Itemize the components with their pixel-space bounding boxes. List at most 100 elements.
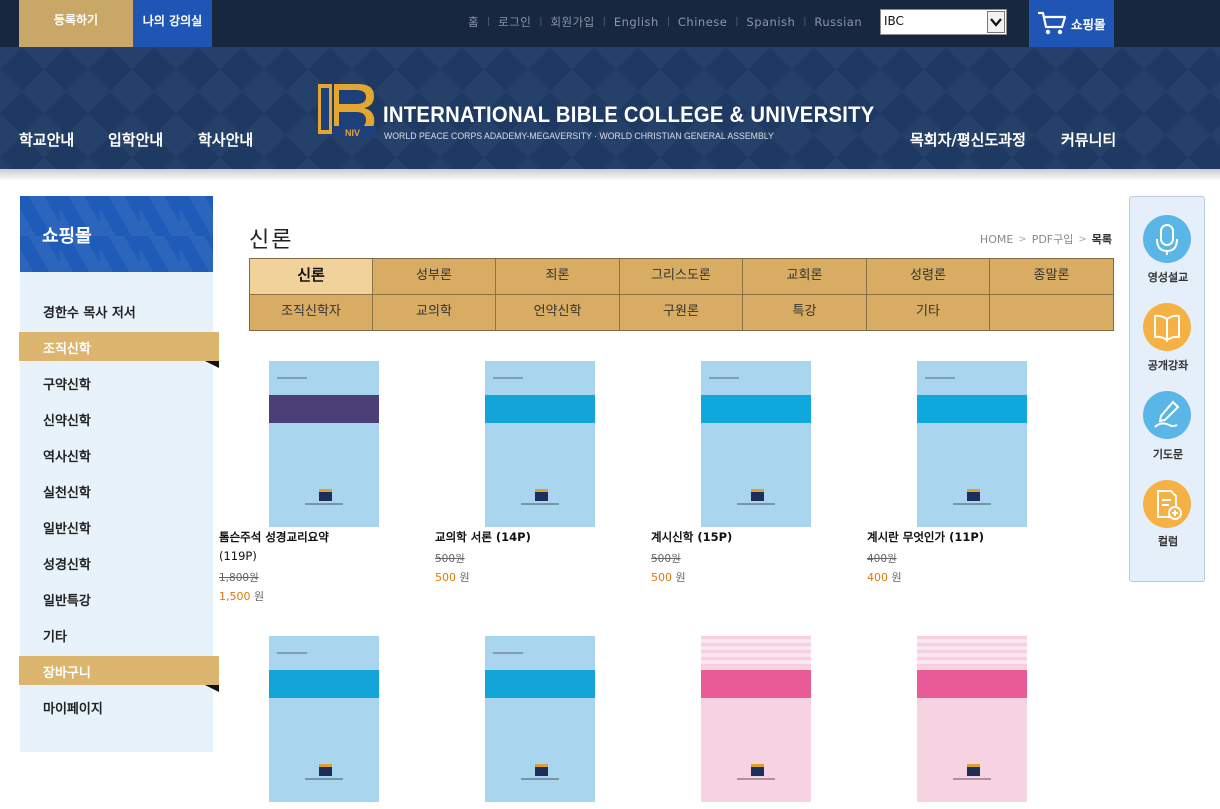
nav-academic[interactable]: 학사안내 — [198, 129, 253, 150]
quick-label-open-lecture[interactable]: 공개강좌 — [1130, 357, 1206, 373]
cover-footer — [521, 778, 559, 780]
book-cover[interactable] — [269, 636, 379, 802]
nav-school-info[interactable]: 학교안내 — [19, 129, 74, 150]
product-name[interactable]: 교의학 서론 (14P) — [435, 528, 645, 547]
spanish-link[interactable]: Spanish — [746, 15, 795, 29]
chinese-link[interactable]: Chinese — [678, 15, 727, 29]
cover-text — [709, 377, 739, 379]
tab-covenant[interactable]: 언약신학 — [496, 295, 620, 331]
english-link[interactable]: English — [614, 15, 659, 29]
book-icon[interactable] — [1143, 303, 1191, 351]
emblem-icon — [751, 764, 764, 776]
breadcrumb: HOME > PDF구입 > 목록 — [980, 231, 1112, 247]
link-divider: | — [539, 17, 543, 27]
sidebar-item-cart[interactable]: 장바구니 — [43, 662, 91, 681]
tab-eschatology[interactable]: 종말론 — [990, 259, 1113, 295]
sidebar-item-new-testament[interactable]: 신약신학 — [43, 410, 91, 429]
book-cover[interactable] — [269, 361, 379, 527]
tab-ecclesiology[interactable]: 교회론 — [743, 259, 867, 295]
sidebar-item-practical[interactable]: 실천신학 — [43, 482, 91, 501]
register-button[interactable]: 등록하기 — [19, 0, 133, 47]
product-name[interactable]: 계시신학 (15P) — [651, 528, 861, 547]
emblem-icon — [967, 764, 980, 776]
home-link[interactable]: 홈 — [468, 14, 479, 30]
tab-father[interactable]: 성부론 — [373, 259, 496, 295]
nav-admission[interactable]: 입학안내 — [108, 129, 163, 150]
top-links: 홈 | 로그인 | 회원가입 | English | Chinese | Spa… — [468, 14, 862, 30]
fold-corner — [205, 685, 219, 692]
book-cover[interactable] — [485, 636, 595, 802]
product-old-price: 400원 — [867, 553, 897, 565]
tab-special[interactable]: 특강 — [743, 295, 867, 331]
product-old-price: 1,800원 — [219, 572, 259, 584]
my-classroom-button[interactable]: 나의 강의실 — [133, 0, 212, 47]
sidebar-item-old-testament[interactable]: 구약신학 — [43, 374, 91, 393]
breadcrumb-pdf[interactable]: PDF구입 — [1032, 231, 1074, 247]
quick-label-column[interactable]: 컬럼 — [1130, 533, 1206, 549]
tab-soteriology[interactable]: 구원론 — [620, 295, 743, 331]
sidebar-header: 쇼핑몰 — [20, 196, 213, 272]
microphone-icon[interactable] — [1143, 215, 1191, 263]
cover-text — [925, 377, 955, 379]
product-price: 500 원 — [435, 571, 470, 584]
book-cover[interactable] — [701, 361, 811, 527]
book-cover[interactable] — [485, 361, 595, 527]
sidebar-item-systematic-theology[interactable]: 조직신학 — [43, 338, 91, 357]
sidebar-item-general[interactable]: 일반신학 — [43, 518, 91, 537]
fold-corner — [205, 361, 219, 368]
quick-label-sermon[interactable]: 영성설교 — [1130, 269, 1206, 285]
nav-pastor-layman-course[interactable]: 목회자/평신도과정 — [910, 129, 1026, 150]
shopping-mall-button[interactable]: 쇼핑몰 — [1029, 0, 1114, 47]
book-cover[interactable] — [701, 636, 811, 802]
signup-link[interactable]: 회원가입 — [550, 14, 594, 30]
pen-hand-icon[interactable] — [1143, 391, 1191, 439]
cover-footer — [953, 778, 991, 780]
cover-footer — [737, 503, 775, 505]
tab-theology-proper[interactable]: 신론 — [250, 259, 373, 295]
quick-menu: 영성설교 공개강좌 기도문 컬럼 — [1129, 196, 1205, 582]
product-old-price: 500원 — [651, 553, 681, 565]
cover-band — [269, 670, 379, 698]
tab-theologians[interactable]: 조직신학자 — [250, 295, 373, 331]
book-cover[interactable] — [917, 361, 1027, 527]
tab-dogmatics[interactable]: 교의학 — [373, 295, 496, 331]
nav-community[interactable]: 커뮤니티 — [1061, 129, 1116, 150]
product-name[interactable]: 톰슨주석 성경교리요약 — [219, 528, 429, 547]
cover-footer — [305, 778, 343, 780]
product-price: 400 원 — [867, 571, 902, 584]
sidebar-item-mypage[interactable]: 마이페이지 — [43, 698, 103, 717]
cover-band — [701, 395, 811, 423]
svg-text:NIV: NIV — [345, 128, 360, 138]
ibc-logo-mark[interactable]: NIV — [318, 82, 376, 140]
cover-band — [485, 395, 595, 423]
tab-christology[interactable]: 그리스도론 — [620, 259, 743, 295]
link-divider: | — [666, 17, 670, 27]
sidebar-item-author-books[interactable]: 경한수 목사 저서 — [43, 302, 136, 321]
book-cover[interactable] — [917, 636, 1027, 802]
chevron-right-icon: > — [1018, 233, 1027, 245]
tab-pneumatology[interactable]: 성령론 — [867, 259, 990, 295]
document-plus-icon[interactable] — [1143, 480, 1191, 528]
cover-text — [277, 377, 307, 379]
cover-text — [493, 377, 523, 379]
cover-text — [493, 652, 523, 654]
emblem-icon — [751, 489, 764, 501]
site-select[interactable]: IBC — [880, 9, 1007, 35]
tab-sin[interactable]: 죄론 — [496, 259, 620, 295]
quick-label-prayer[interactable]: 기도문 — [1130, 446, 1206, 462]
cover-stripes — [701, 636, 811, 666]
page-title: 신론 — [249, 228, 294, 253]
sidebar-item-historical[interactable]: 역사신학 — [43, 446, 91, 465]
chevron-down-icon[interactable] — [987, 11, 1005, 33]
sidebar-item-etc[interactable]: 기타 — [43, 626, 67, 645]
cover-band — [917, 395, 1027, 423]
login-link[interactable]: 로그인 — [498, 14, 531, 30]
sidebar-item-special-lecture[interactable]: 일반특강 — [43, 590, 91, 609]
tab-etc[interactable]: 기타 — [867, 295, 990, 331]
breadcrumb-home[interactable]: HOME — [980, 233, 1013, 246]
tab-empty — [990, 295, 1113, 331]
russian-link[interactable]: Russian — [814, 15, 862, 29]
sidebar-item-biblical[interactable]: 성경신학 — [43, 554, 91, 573]
link-divider: | — [803, 17, 807, 27]
product-name[interactable]: 계시란 무엇인가 (11P) — [867, 528, 1077, 547]
